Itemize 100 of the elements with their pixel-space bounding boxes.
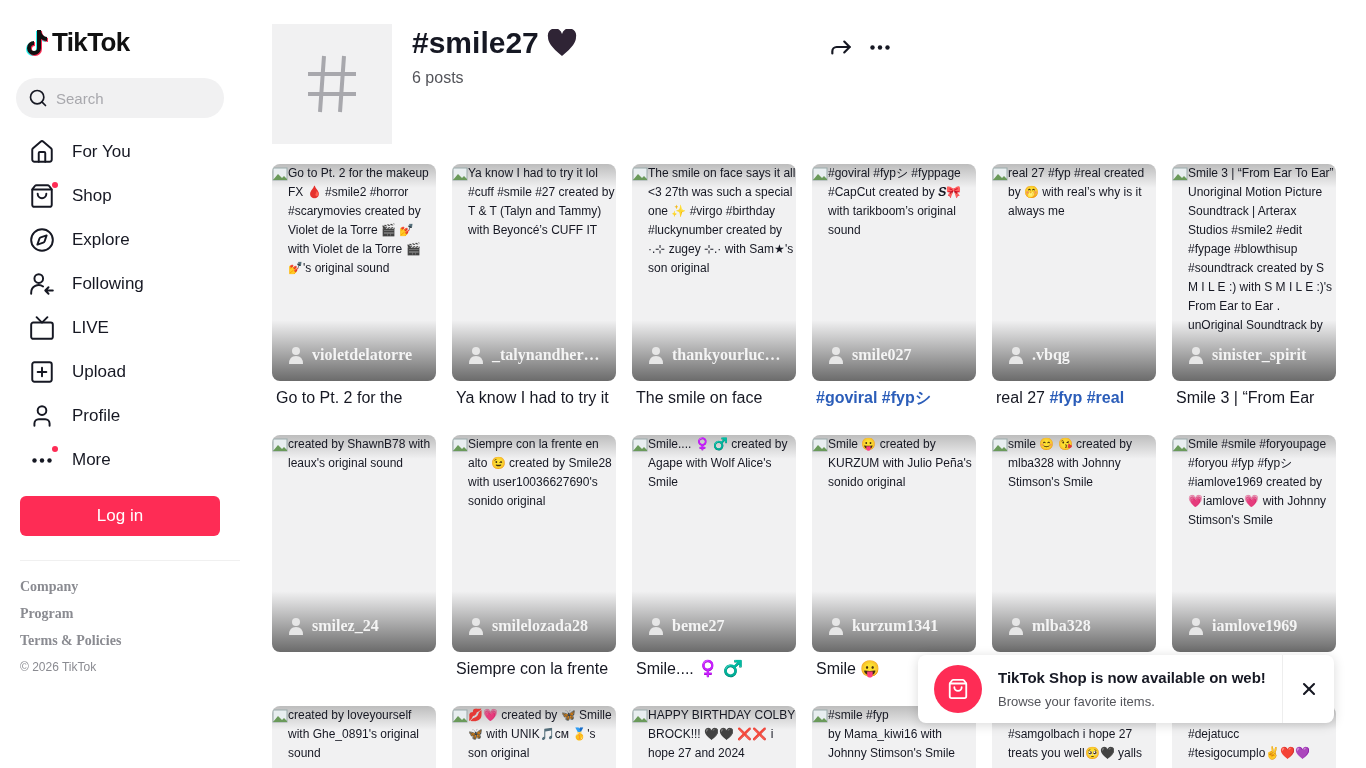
image-alt-text: #dejatucc — [1188, 726, 1241, 743]
nav-item[interactable]: Following — [24, 262, 224, 306]
video-card[interactable]: The smile on face says it all <3 27th was such a special one ✨ #virgo #birthday #luckynumber created by ·.⊹ zugey ⊹.· with Sam★'s son original thankyourluc… — [632, 164, 796, 381]
username: violetdelatorre — [312, 345, 413, 365]
broken-image-icon — [992, 166, 1008, 182]
broken-image-icon — [812, 437, 828, 453]
image-alt-text: Smile #smile #foryoupage #foryou #fyp #fypシ #iamlove1969 created by 💗iamlove💗 with Johnny Stimson's Smile — [1188, 436, 1328, 529]
username: beme27 — [672, 616, 725, 636]
image-alt-text: #smile #fyp — [828, 707, 890, 724]
more-icon[interactable] — [870, 44, 890, 50]
video-card[interactable]: #smile #fyp by Mama_kiwi16 with Johnny Stimson's Smile — [812, 706, 976, 768]
nav-label: More — [72, 449, 111, 472]
broken-image-icon — [1172, 166, 1188, 182]
image-alt-text: #tesigocumplo✌❤💜 — [1188, 745, 1311, 762]
plus-square-icon — [29, 359, 55, 385]
video-caption: Go to Pt. 2 for the — [275, 388, 404, 408]
video-card[interactable]: 💋💗 created by 🦋 Smille 🦋 with UNIK🎵ᴄᴍ 🥇's son original — [452, 706, 616, 768]
video-card[interactable]: Smile 😛 created by KURZUM with Julio Peña's sonido original kurzum1341 — [812, 435, 976, 652]
video-card[interactable]: HAPPY BIRTHDAY COLBY BROCK!!! 🖤🖤 ❌❌ i hope 27 and 2024 — [632, 706, 796, 768]
person-icon — [1188, 346, 1204, 364]
nav-label: Shop — [72, 185, 112, 208]
person-arrow-icon — [29, 271, 55, 297]
person-icon — [828, 617, 844, 635]
nav-label: LIVE — [72, 317, 109, 340]
broken-image-icon — [812, 166, 828, 182]
logo-icon[interactable] — [24, 28, 48, 56]
broken-image-icon — [812, 708, 828, 724]
person-icon — [1008, 346, 1024, 364]
tv-icon — [29, 315, 55, 341]
image-alt-text: Go to Pt. 2 for the makeup FX 🩸 #smile2 #horror #scarymovies created by Violet de la Torre 🎬 💅 with Violet de la Torre 🎬 💅's original sound — [288, 165, 430, 277]
toast-message: Browse your favorite items. — [998, 692, 1156, 711]
broken-image-icon — [632, 437, 648, 453]
broken-image-icon — [452, 437, 468, 453]
image-alt-text: created by ShawnB78 with leaux's original sound — [288, 436, 432, 472]
post-count: 6 posts — [412, 68, 465, 88]
image-alt-text: #samgolbach i hope 27 — [1008, 726, 1134, 743]
image-alt-text: HAPPY BIRTHDAY COLBY BROCK!!! 🖤🖤 ❌❌ i hope 27 and 2024 — [648, 707, 796, 762]
video-card[interactable]: Smile #smile #foryoupage #foryou #fyp #fypシ #iamlove1969 created by 💗iamlove💗 with Johnny Stimson's Smile iamlove1969 — [1172, 435, 1336, 652]
image-alt-text: 💋💗 created by 🦋 Smille 🦋 with UNIK🎵ᴄᴍ 🥇's son original — [468, 707, 613, 762]
heart-icon — [546, 29, 577, 57]
nav-item[interactable]: Explore — [24, 218, 224, 262]
broken-image-icon — [632, 708, 648, 724]
broken-image-icon — [452, 708, 468, 724]
image-alt-text: The smile on face says it all <3 27th was such a special one ✨ #virgo #birthday #luckynumber created by ·.⊹ zugey ⊹.· with Sam★'s son original — [648, 165, 796, 277]
broken-image-icon — [452, 166, 468, 182]
video-card[interactable]: created by ShawnB78 with leaux's original sound smilez_24 — [272, 435, 436, 652]
video-card[interactable]: created by loveyourself with Ghe_0891's original sound — [272, 706, 436, 768]
nav-item[interactable]: Shop — [24, 174, 224, 218]
person-icon — [288, 617, 304, 635]
nav-item[interactable]: LIVE — [24, 306, 224, 350]
nav-item[interactable]: For You — [24, 130, 224, 174]
video-card[interactable]: smile 😊 😘 created by mlba328 with Johnny Stimson's Smile mlba328 — [992, 435, 1156, 652]
video-card[interactable]: Smile.... ♀ ♂ created by Agape with Wolf Alice's Smile beme27 — [632, 435, 796, 652]
username: kurzum1341 — [852, 616, 939, 636]
person-icon — [1188, 617, 1204, 635]
video-card[interactable]: Siempre con la frente en alto 😉 created by Smile28 with user10036627690's sonido original smilelozada28 — [452, 435, 616, 652]
shopping-bag-icon — [29, 183, 55, 209]
person-icon — [1008, 617, 1024, 635]
broken-image-icon — [272, 166, 288, 182]
image-alt-text: Smile 😛 created by KURZUM with Julio Peña's sonido original — [828, 436, 973, 491]
video-caption: Smile.... ♀ ♂ — [635, 658, 744, 680]
image-alt-text: #goviral #fypシ #fyppage #CapCut created by 𝑺🎀 with tarikboom’s original sound — [828, 165, 963, 239]
nav-item[interactable]: Profile — [24, 394, 224, 438]
video-card[interactable]: Go to Pt. 2 for the makeup FX 🩸 #smile2 #horror #scarymovies created by Violet de la Torre 🎬 💅 with Violet de la Torre 🎬 💅's original sound violetdelatorre — [272, 164, 436, 381]
broken-image-icon — [272, 437, 288, 453]
video-caption: Ya know I had to try it — [455, 388, 610, 408]
image-alt-text: treats you well🥺🖤 yalls — [1008, 745, 1143, 762]
person-icon — [468, 617, 484, 635]
broken-image-icon — [1172, 437, 1188, 453]
search-field[interactable]: Search — [16, 78, 224, 118]
video-card[interactable]: #goviral #fypシ #fyppage #CapCut created by 𝑺🎀 with tarikboom’s original sound smile027 — [812, 164, 976, 381]
nav-label: Upload — [72, 361, 126, 384]
image-alt-text: Smile 3 | “From Ear To Ear” Unoriginal Motion Picture Soundtrack | Arterax Studios #smile2 #edit #fypage #blowthisup #soundtrack created by S M I L E :) with S M I L E :)'s From Ear to Ear . unOriginal Soundtrack by — [1188, 165, 1335, 334]
broken-image-icon — [992, 437, 1008, 453]
video-card[interactable] — [1172, 164, 1336, 381]
image-alt-text: created by loveyourself with Ghe_0891's original sound — [288, 707, 421, 762]
image-alt-text: Johnny Stimson's Smile — [828, 745, 955, 762]
nav-label: For You — [72, 141, 131, 164]
login-button[interactable]: Log in — [20, 496, 220, 536]
username: sinister_spirit — [1212, 345, 1307, 366]
video-caption: real 27 #fyp #real — [995, 388, 1126, 408]
logo-text[interactable]: TikTok — [52, 22, 130, 62]
nav-item[interactable]: More — [24, 438, 224, 482]
username: _talynandher… — [492, 345, 600, 366]
nav-item[interactable]: Upload — [24, 350, 224, 394]
username: smilez_24 — [312, 616, 379, 636]
person-icon — [648, 346, 664, 364]
nav-label: Following — [72, 273, 144, 296]
video-card[interactable]: real 27 #fyp #real created by 🤭 with real’s why is it always me .vbqg — [992, 164, 1156, 381]
image-alt-text: by Mama_kiwi16 with — [828, 726, 944, 743]
image-alt-text: real 27 #fyp #real created by 🤭 with real’s why is it always me — [1008, 165, 1146, 220]
video-card[interactable]: Ya know I had to try it lol #cuff #smile #27 created by T & T (Talyn and Tammy) with Beyoncé’s CUFF IT _talynandher… — [452, 164, 616, 381]
image-alt-text: smile 😊 😘 created by mlba328 with Johnny Stimson's Smile — [1008, 436, 1134, 491]
nav-label: Explore — [72, 229, 130, 252]
person-icon — [828, 346, 844, 364]
person-icon — [288, 346, 304, 364]
username: mlba328 — [1032, 616, 1091, 636]
hashtag-title: #smile27 — [412, 25, 539, 61]
video-caption: The smile on face — [635, 388, 764, 408]
person-icon — [468, 346, 484, 364]
